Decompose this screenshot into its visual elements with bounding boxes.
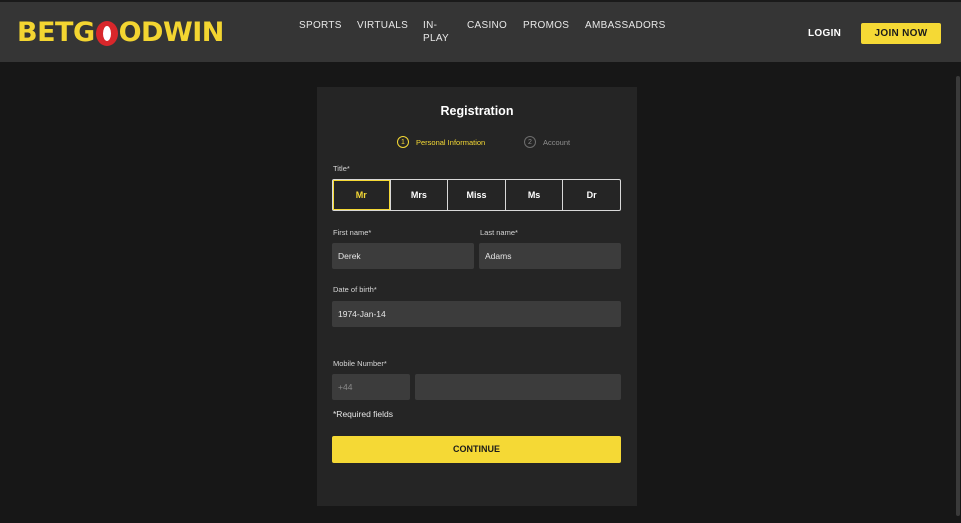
step-number-1: 1	[397, 136, 409, 148]
logo-red-o-icon	[95, 20, 118, 46]
first-name-label: First name*	[333, 228, 372, 237]
logo-text-part2: ODWIN	[118, 17, 225, 48]
step-number-2: 2	[524, 136, 536, 148]
date-of-birth-field[interactable]: 1974-Jan-14	[332, 301, 621, 327]
login-link[interactable]: LOGIN	[808, 28, 841, 39]
date-of-birth-label: Date of birth*	[333, 285, 377, 294]
title-option-dr[interactable]: Dr	[562, 180, 620, 210]
title-option-ms[interactable]: Ms	[504, 180, 563, 210]
last-name-field[interactable]: Adams	[479, 243, 621, 269]
step-personal-information[interactable]: 1 Personal Information	[397, 136, 485, 148]
nav-ambassadors[interactable]: AMBASSADORS	[585, 19, 666, 32]
nav-promos[interactable]: PROMOS	[523, 19, 569, 32]
step-label-account: Account	[543, 137, 571, 147]
title-option-mr[interactable]: Mr	[333, 180, 390, 210]
first-name-field[interactable]: Derek	[332, 243, 474, 269]
last-name-label: Last name*	[480, 228, 518, 237]
registration-panel: Registration 1 Personal Information 2 Ac…	[317, 87, 637, 506]
nav-sports[interactable]: SPORTS	[299, 19, 342, 32]
top-navigation-bar: BETG ODWIN SPORTS VIRTUALS IN-PLAY CASINO…	[0, 0, 961, 62]
registration-title: Registration	[440, 104, 514, 118]
betgoodwin-logo[interactable]: BETG ODWIN	[17, 16, 224, 50]
step-label-personal-information: Personal Information	[416, 137, 486, 147]
title-selector: Mr Mrs Miss Ms Dr	[332, 179, 621, 211]
continue-button[interactable]: CONTINUE	[332, 436, 621, 463]
nav-in-play[interactable]: IN-PLAY	[423, 19, 449, 45]
title-option-miss[interactable]: Miss	[447, 180, 505, 210]
logo-text-part1: BETG	[17, 17, 95, 48]
title-option-mrs[interactable]: Mrs	[389, 180, 448, 210]
step-account[interactable]: 2 Account	[524, 136, 570, 148]
mobile-number-label: Mobile Number*	[333, 359, 387, 368]
mobile-prefix-field[interactable]: +44	[332, 374, 410, 400]
mobile-number-field[interactable]	[415, 374, 621, 400]
nav-casino[interactable]: CASINO	[467, 19, 507, 32]
join-now-button[interactable]: JOIN NOW	[861, 23, 941, 44]
page-scrollbar[interactable]	[956, 76, 960, 516]
title-label: Title*	[333, 164, 350, 173]
nav-virtuals[interactable]: VIRTUALS	[357, 19, 408, 32]
required-fields-note: *Required fields	[333, 409, 394, 419]
